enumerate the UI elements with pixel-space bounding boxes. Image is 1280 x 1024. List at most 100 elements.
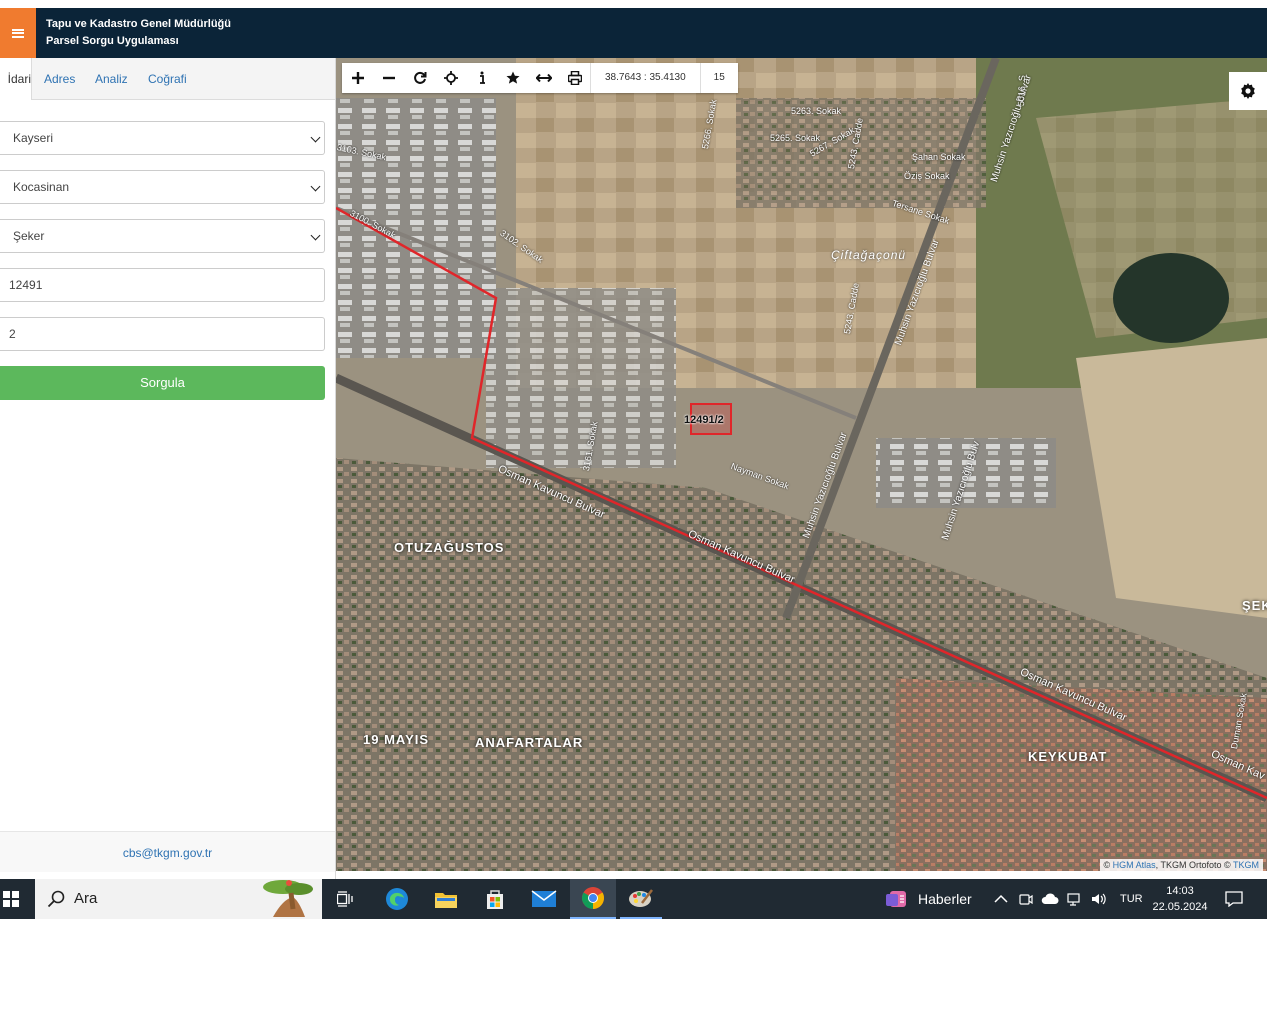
zoom-out-button[interactable] xyxy=(373,63,404,93)
chevron-down-icon xyxy=(310,132,321,143)
parcel-number-input[interactable]: 2 xyxy=(0,317,325,351)
road-label-5263: 5263. Sokak xyxy=(791,106,842,116)
start-button[interactable] xyxy=(0,879,22,919)
neighborhood-value: Şeker xyxy=(13,229,45,243)
favorite-button[interactable] xyxy=(497,63,528,93)
province-value: Kayseri xyxy=(13,131,54,145)
zoom-level-readout: 15 xyxy=(699,63,738,93)
gear-icon xyxy=(1241,83,1255,99)
clock[interactable]: 14:03 22.05.2024 xyxy=(1148,879,1212,919)
road-label-ozis: Öziş Sokak xyxy=(904,171,950,181)
store-icon xyxy=(487,890,503,909)
industrial-zone-2 xyxy=(486,288,676,468)
refresh-button[interactable] xyxy=(404,63,435,93)
tab-adres[interactable]: Adres xyxy=(44,58,75,99)
place-label-otuzagustos: OTUZAĞUSTOS xyxy=(394,540,505,555)
news-widget[interactable]: Haberler xyxy=(885,879,972,919)
crosshair-icon xyxy=(443,71,458,85)
cloud-icon[interactable] xyxy=(1041,893,1059,905)
star-icon xyxy=(506,71,519,84)
road-label-5265: 5265. Sokak xyxy=(770,133,821,143)
camera-icon[interactable] xyxy=(1019,892,1033,906)
map-attribution: © HGM Atlas, TKGM Ortofoto © TKGM xyxy=(1099,859,1263,871)
mail-icon xyxy=(531,890,557,907)
place-label-sek: ŞEK xyxy=(1242,598,1267,613)
chevron-down-icon xyxy=(310,181,321,192)
search-highlight-illustration xyxy=(263,880,313,917)
clock-time: 14:03 xyxy=(1166,885,1194,897)
paint-palette-icon xyxy=(629,889,653,907)
place-label-19mayis: 19 MAYIS xyxy=(363,732,430,747)
keyboard-language[interactable]: TUR xyxy=(1120,893,1143,905)
taskbar-search[interactable]: Ara xyxy=(35,879,322,919)
province-select[interactable]: Kayseri xyxy=(0,121,325,155)
hamburger-icon xyxy=(12,28,24,38)
tab-cografi[interactable]: Coğrafi xyxy=(148,58,187,99)
map-toolbar: 38.7643 : 35.4130 15 xyxy=(342,63,738,93)
neighborhood-select[interactable]: Şeker xyxy=(0,219,325,253)
map-view[interactable]: 12491/2 Çiftağaçonü OTUZAĞUSTOS 19 MAYIS… xyxy=(336,58,1267,871)
search-icon xyxy=(47,890,65,908)
road-label-sahan: Şahan Sokak xyxy=(912,152,966,162)
windows-logo-icon xyxy=(3,891,19,907)
mail-app-button[interactable] xyxy=(527,879,561,919)
app-window: Tapu ve Kadastro Genel Müdürlüğü Parsel … xyxy=(0,8,1267,919)
search-placeholder: Ara xyxy=(74,890,98,907)
volume-icon[interactable] xyxy=(1091,892,1107,906)
map-settings-button[interactable] xyxy=(1229,72,1267,110)
tab-idari[interactable]: İdari xyxy=(0,58,32,100)
contact-footer: cbs@tkgm.gov.tr xyxy=(0,831,335,872)
tkgm-link[interactable]: TKGM xyxy=(1233,860,1259,870)
windows-taskbar: Ara Haberler TUR 14:03 22.05.2024 xyxy=(0,879,1267,919)
district-value: Kocasinan xyxy=(13,180,70,194)
pond xyxy=(1113,253,1229,343)
measure-button[interactable] xyxy=(528,63,559,93)
chevron-down-icon xyxy=(310,230,321,241)
refresh-icon xyxy=(413,71,426,84)
org-name: Tapu ve Kadastro Genel Müdürlüğü xyxy=(46,18,231,30)
store-app-button[interactable] xyxy=(478,879,512,919)
place-label-keykubat: KEYKUBAT xyxy=(1028,749,1108,764)
notification-icon xyxy=(1225,891,1243,907)
paint-app-button[interactable] xyxy=(620,879,662,919)
edge-app-button[interactable] xyxy=(380,879,414,919)
network-icon[interactable] xyxy=(1067,892,1083,906)
attribution-middle: , TKGM Ortofoto © xyxy=(1155,860,1231,870)
file-explorer-button[interactable] xyxy=(429,879,463,919)
minus-icon xyxy=(382,76,395,80)
road-label-5016: 5016. S xyxy=(1016,74,1028,107)
app-title: Tapu ve Kadastro Genel Müdürlüğü Parsel … xyxy=(46,16,231,50)
measure-icon xyxy=(535,73,552,83)
print-button[interactable] xyxy=(559,63,590,93)
task-view-icon xyxy=(337,891,353,907)
coordinate-readout: 38.7643 : 35.4130 xyxy=(590,63,700,93)
system-tray: TUR xyxy=(994,879,1143,919)
contact-email-link[interactable]: cbs@tkgm.gov.tr xyxy=(123,846,212,860)
chevron-up-icon[interactable] xyxy=(994,894,1008,904)
query-button[interactable]: Sorgula xyxy=(0,366,325,400)
app-name: Parsel Sorgu Uygulaması xyxy=(46,35,179,47)
info-icon xyxy=(479,71,485,84)
menu-button[interactable] xyxy=(0,8,36,58)
tab-analiz[interactable]: Analiz xyxy=(95,58,128,99)
plus-icon xyxy=(351,72,364,84)
chrome-icon xyxy=(582,887,604,909)
clock-date: 22.05.2024 xyxy=(1152,901,1208,913)
news-icon xyxy=(886,891,906,907)
edge-icon xyxy=(386,888,408,910)
block-number-input[interactable]: 12491 xyxy=(0,268,325,302)
chrome-app-button[interactable] xyxy=(570,879,616,919)
industrial-zone xyxy=(336,98,496,358)
hgm-atlas-link[interactable]: HGM Atlas xyxy=(1113,860,1156,870)
query-tabs: İdari Adres Analiz Coğrafi xyxy=(0,58,335,100)
task-view-button[interactable] xyxy=(332,879,360,919)
info-button[interactable] xyxy=(466,63,497,93)
district-select[interactable]: Kocasinan xyxy=(0,170,325,204)
notification-button[interactable] xyxy=(1220,879,1248,919)
place-label-anafartalar: ANAFARTALAR xyxy=(475,735,584,750)
locate-button[interactable] xyxy=(435,63,466,93)
news-label: Haberler xyxy=(918,891,972,907)
zoom-in-button[interactable] xyxy=(342,63,373,93)
printer-icon xyxy=(567,71,582,85)
attribution-prefix: © xyxy=(1103,860,1111,870)
